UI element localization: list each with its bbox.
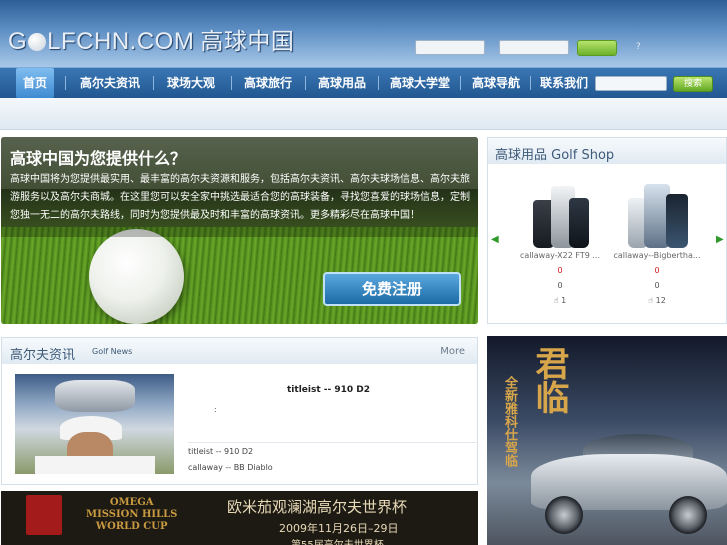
- logo-text-g: G: [8, 28, 28, 55]
- next-arrow-icon[interactable]: ▶: [716, 234, 724, 245]
- news-subtitle: Golf News: [92, 347, 133, 356]
- product-name[interactable]: callaway--Bigbertha...: [612, 251, 702, 260]
- cursor-icon: ☝: [648, 296, 654, 305]
- nav-divider: [460, 76, 461, 90]
- news-list-item[interactable]: callaway -- BB Diablo: [188, 463, 273, 472]
- search-input[interactable]: [595, 76, 667, 91]
- product-card[interactable]: callaway--Bigbertha... 0 0 ☝ 12: [612, 168, 702, 305]
- logo-text-cn: 高球中国: [200, 28, 295, 54]
- shirt-shape: [35, 456, 155, 474]
- product-name[interactable]: callaway-X22 FT9 ...: [515, 251, 605, 260]
- votes-value: 12: [655, 296, 666, 305]
- golf-ball-image: [89, 229, 184, 324]
- main-nav: 首页 高尔夫资讯 球场大观 高球旅行 高球用品 高球大学堂 高球导航 联系我们 …: [0, 67, 727, 98]
- register-button[interactable]: 免费注册: [323, 272, 461, 306]
- nav-item-academy[interactable]: 高球大学堂: [386, 68, 454, 98]
- ad-title: 君临: [529, 346, 569, 414]
- product-price: 0: [557, 266, 563, 275]
- nav-item-travel[interactable]: 高球旅行: [240, 68, 296, 98]
- nav-item-equipment[interactable]: 高球用品: [314, 68, 370, 98]
- shop-header: 高球用品 Golf Shop: [488, 138, 726, 164]
- nav-divider: [530, 76, 531, 90]
- news-list-item[interactable]: titleist -- 910 D2: [188, 447, 253, 456]
- ad-subtitle: 全新雅科仕驾临: [502, 376, 517, 467]
- nav-divider: [305, 76, 306, 90]
- omega-logo-icon: [26, 495, 62, 535]
- news-header: 高尔夫资讯 Golf News More: [2, 338, 477, 364]
- golf-shop-panel: 高球用品 Golf Shop ◀ ▶ callaway-X22 FT9 ... …: [487, 137, 727, 324]
- site-logo[interactable]: G LFCHN.COM 高球中国: [8, 22, 294, 56]
- news-title: 高尔夫资讯: [10, 348, 76, 363]
- prev-arrow-icon[interactable]: ◀: [491, 234, 499, 245]
- votes-value: 1: [561, 296, 567, 305]
- news-headline[interactable]: titleist -- 910 D2: [287, 385, 370, 395]
- golf-ball-icon: [28, 33, 47, 51]
- product-count: 0: [557, 281, 563, 290]
- nav-divider: [153, 76, 154, 90]
- bag-shape: [666, 194, 688, 248]
- golf-bag-image[interactable]: [525, 168, 595, 248]
- event-edition: 第55届高尔夫世界杯: [291, 536, 384, 545]
- bag-shape: [569, 198, 589, 248]
- header: G LFCHN.COM 高球中国 ?: [0, 0, 727, 67]
- wheel-shape: [545, 496, 583, 534]
- product-card[interactable]: callaway-X22 FT9 ... 0 0 ☝ 1: [515, 168, 605, 305]
- password-input[interactable]: [499, 40, 569, 55]
- news-photo[interactable]: [15, 374, 174, 474]
- car-advertisement[interactable]: 全新雅科仕驾临 君临: [487, 336, 727, 545]
- event-line-2: WORLD CUP: [95, 521, 168, 532]
- search-button[interactable]: 搜索: [673, 76, 713, 92]
- hero-title: 高球中国为您提供什么？: [10, 149, 187, 168]
- product-count: 0: [654, 281, 660, 290]
- wheel-shape: [669, 496, 707, 534]
- nav-item-contact[interactable]: 联系我们: [536, 68, 592, 98]
- logo-text-rest: LFCHN.COM: [47, 28, 195, 55]
- world-cup-advertisement[interactable]: OMEGA MISSION HILLS WORLD CUP 欧米茄观澜湖高尔夫世…: [1, 491, 478, 545]
- trophy-shape: [55, 380, 135, 412]
- cursor-icon: ☝: [553, 296, 559, 305]
- username-input[interactable]: [415, 40, 485, 55]
- nav-divider: [231, 76, 232, 90]
- golf-bag-image[interactable]: [622, 168, 692, 248]
- product-votes: ☝ 1: [515, 296, 605, 305]
- help-link[interactable]: ?: [636, 42, 641, 52]
- hero-description: 高球中国将为您提供最实用、最丰富的高尔夫资源和服务，包括高尔夫资讯、高尔夫球场信…: [10, 174, 470, 221]
- nav-divider: [65, 76, 66, 90]
- nav-item-directory[interactable]: 高球导航: [468, 68, 524, 98]
- divider: [188, 442, 478, 443]
- nav-divider: [378, 76, 379, 90]
- golf-news-panel: 高尔夫资讯 Golf News More titleist -- 910 D2 …: [1, 337, 478, 485]
- news-more-link[interactable]: More: [440, 346, 465, 357]
- hero-banner: 高球中国为您提供什么？ 高球中国将为您提供最实用、最丰富的高尔夫资源和服务，包括…: [1, 137, 478, 324]
- omega-text: OMEGA MISSION HILLS WORLD CUP: [86, 497, 177, 533]
- login-button[interactable]: [577, 40, 617, 56]
- product-votes: ☝ 12: [612, 296, 702, 305]
- sub-bar: [0, 98, 727, 130]
- nav-item-golf-news[interactable]: 高尔夫资讯: [76, 68, 144, 98]
- event-date: 2009年11月26日–29日: [279, 522, 399, 535]
- event-title: 欧米茄观澜湖高尔夫世界杯: [227, 498, 408, 516]
- brand-name: OMEGA: [109, 497, 154, 508]
- product-price: 0: [654, 266, 660, 275]
- nav-item-home[interactable]: 首页: [16, 68, 54, 98]
- news-summary: :: [214, 405, 217, 414]
- event-line-1: MISSION HILLS: [86, 509, 178, 520]
- shop-title: 高球用品 Golf Shop: [495, 148, 615, 163]
- page: G LFCHN.COM 高球中国 ? 首页 高尔夫资讯 球场大观 高球旅行 高球用品…: [0, 0, 727, 545]
- nav-item-courses[interactable]: 球场大观: [163, 68, 219, 98]
